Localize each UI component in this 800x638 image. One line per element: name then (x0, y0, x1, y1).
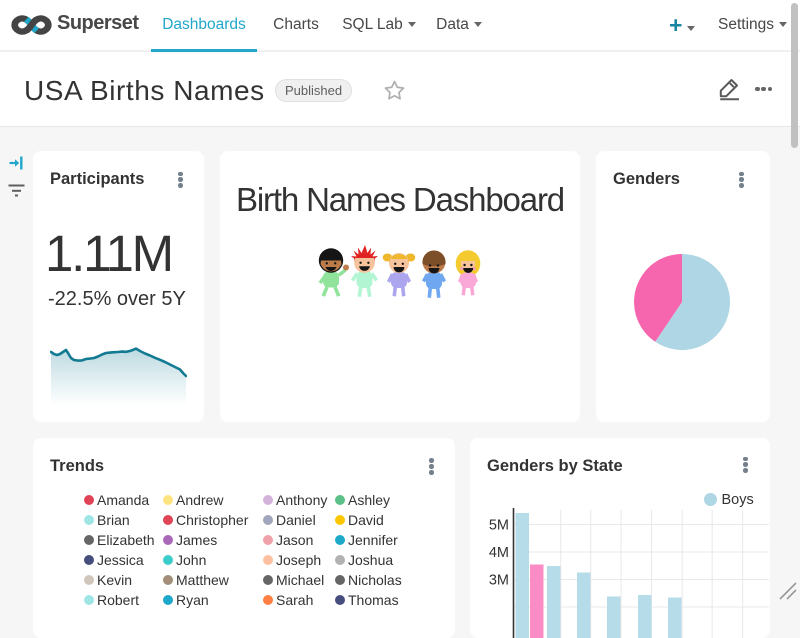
svg-text:3M: 3M (489, 573, 509, 589)
svg-text:5M: 5M (489, 518, 509, 534)
svg-text:4M: 4M (489, 545, 509, 561)
